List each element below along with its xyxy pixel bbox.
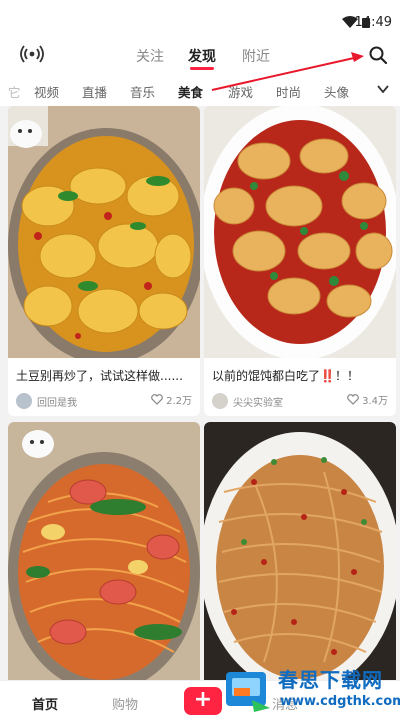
watermark-title: 春思下载网 <box>278 668 383 692</box>
category-partial[interactable]: 它 <box>8 82 21 101</box>
category-music[interactable]: 音乐 <box>130 82 155 101</box>
category-fashion[interactable]: 时尚 <box>276 82 301 101</box>
food-photo-wontons <box>204 106 396 358</box>
note-card[interactable] <box>8 422 200 692</box>
like-count[interactable]: 2.2万 <box>151 392 192 407</box>
note-author[interactable]: 回回是我 <box>16 392 77 410</box>
note-title: 土豆别再炒了，试试这样做...... <box>16 369 183 383</box>
note-card[interactable]: 以前的馄饨都白吃了‼️！！ 尖尖实验室 3.4万 <box>204 106 396 416</box>
like-count-value: 2.2万 <box>166 396 192 407</box>
like-count-value: 3.4万 <box>362 396 388 407</box>
tab-discover[interactable]: 发现 <box>188 46 216 66</box>
like-count[interactable]: 3.4万 <box>347 392 388 407</box>
category-live[interactable]: 直播 <box>82 82 107 101</box>
live-broadcast-icon[interactable] <box>20 45 44 63</box>
discover-feed: 土豆别再炒了，试试这样做...... 回回是我 2.2万 以前的馄饨都白吃了‼️… <box>0 106 400 692</box>
note-card[interactable]: 土豆别再炒了，试试这样做...... 回回是我 2.2万 <box>8 106 200 416</box>
watermark-url: www.cdgthk.com <box>280 694 400 709</box>
chevron-down-icon[interactable] <box>376 82 390 96</box>
category-video[interactable]: 视频 <box>34 82 59 101</box>
food-photo-spicy-noodles <box>204 422 396 692</box>
tab-follow[interactable]: 关注 <box>136 46 164 66</box>
watermark-logo-icon <box>226 672 270 712</box>
category-bar: 它 视频 直播 音乐 美食 游戏 时尚 头像 <box>0 72 400 106</box>
author-name: 回回是我 <box>37 397 77 409</box>
heart-icon <box>151 394 163 405</box>
note-title: 以前的馄饨都白吃了‼️！！ <box>212 369 359 383</box>
clock: 14:49 <box>354 15 392 30</box>
status-bar: 14:49 <box>0 0 400 40</box>
site-watermark: 春思下载网 www.cdgthk.com <box>218 660 400 722</box>
avatar <box>212 393 228 409</box>
category-avatar[interactable]: 头像 <box>324 82 349 101</box>
note-card[interactable] <box>204 422 396 692</box>
food-photo-noodles <box>8 422 200 692</box>
avatar <box>16 393 32 409</box>
heart-icon <box>347 394 359 405</box>
publish-plus-button[interactable]: + <box>184 687 222 715</box>
active-tab-indicator <box>190 67 214 70</box>
note-author[interactable]: 尖尖实验室 <box>212 392 283 410</box>
top-nav: 关注 发现 附近 <box>0 40 400 72</box>
author-name: 尖尖实验室 <box>233 397 283 409</box>
tab-nearby[interactable]: 附近 <box>242 46 270 66</box>
category-food[interactable]: 美食 <box>178 82 203 101</box>
search-icon[interactable] <box>368 45 388 65</box>
bottom-tab-home[interactable]: 首页 <box>32 694 58 713</box>
category-games[interactable]: 游戏 <box>228 82 253 101</box>
bottom-tab-shop[interactable]: 购物 <box>112 694 138 713</box>
food-photo-potatoes <box>8 106 200 358</box>
